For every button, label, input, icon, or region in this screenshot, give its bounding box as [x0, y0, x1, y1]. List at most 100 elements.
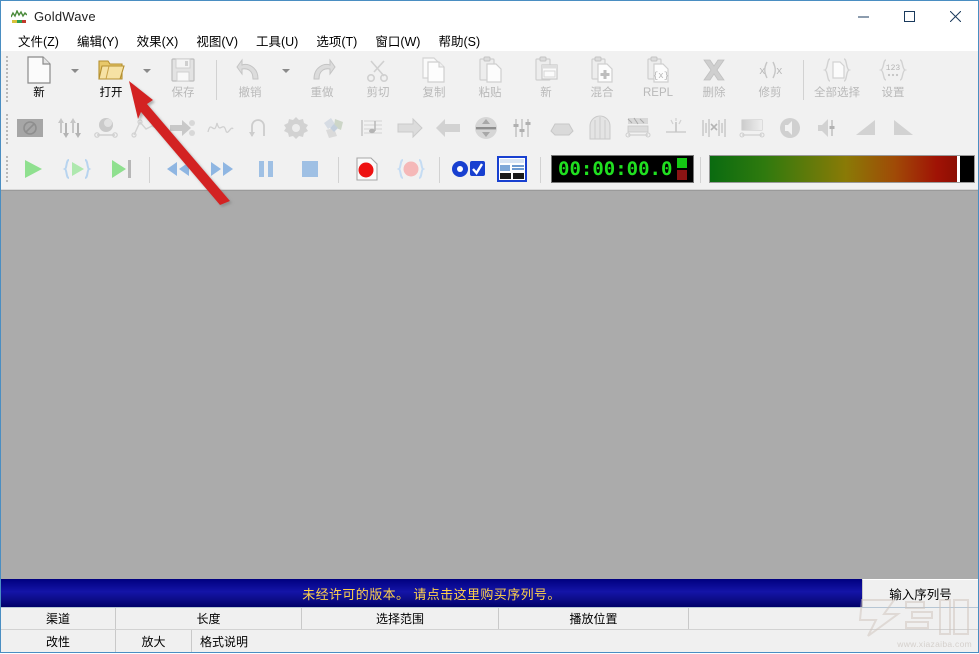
reverse-button[interactable]: [239, 109, 277, 147]
doppler-button[interactable]: [49, 109, 87, 147]
volume-shape-button[interactable]: [733, 109, 771, 147]
svg-text:x: x: [776, 66, 783, 78]
new-button[interactable]: 新: [11, 51, 67, 107]
transport-toolbar-grip[interactable]: [3, 151, 11, 189]
menu-window[interactable]: 窗口(W): [366, 30, 429, 52]
paste-new-button[interactable]: 新: [518, 51, 574, 107]
volume-shape-icon: [739, 119, 765, 138]
no-effect-button[interactable]: [11, 109, 49, 147]
toolbar-separator-2: [803, 60, 804, 100]
effects-toolbar-grip[interactable]: [3, 109, 11, 151]
invert-button[interactable]: [467, 109, 505, 147]
reverse-dir-button[interactable]: [429, 109, 467, 147]
noise-reduction-button[interactable]: [619, 109, 657, 147]
copy-button[interactable]: 复制: [406, 51, 462, 107]
record-button[interactable]: [345, 151, 389, 187]
record-options-button[interactable]: [446, 151, 490, 187]
play-to-end-button[interactable]: [99, 151, 143, 187]
undo-button-label: 撤销: [238, 87, 262, 99]
volume-button[interactable]: [771, 109, 809, 147]
pitch-button[interactable]: [353, 109, 391, 147]
toolbar-separator: [216, 60, 217, 100]
mix-plus-icon: [589, 55, 615, 85]
play-button[interactable]: [11, 151, 55, 187]
close-button[interactable]: [932, 1, 978, 31]
volume-slider-button[interactable]: [809, 109, 847, 147]
maximize-button[interactable]: [886, 1, 932, 31]
fade-out-icon: [894, 120, 913, 135]
flanger-button[interactable]: [201, 109, 239, 147]
dynamics-button[interactable]: [87, 109, 125, 147]
record-level-leds: [677, 158, 688, 180]
record-selection-button[interactable]: [389, 151, 433, 187]
status-bar-row1: 渠道 长度 选择范围 播放位置: [1, 607, 978, 629]
vu-meter[interactable]: [709, 155, 975, 183]
rewind-button[interactable]: [156, 151, 200, 187]
replace-button[interactable]: {x} REPL: [630, 51, 686, 107]
smoother-button[interactable]: [695, 109, 733, 147]
status-extra-label: [689, 608, 978, 629]
trim-icon: x x: [755, 55, 785, 85]
resample-button[interactable]: [391, 109, 429, 147]
paste-button[interactable]: 粘贴: [462, 51, 518, 107]
goldwave-window: GoldWave 文件(Z) 编辑(Y) 效果(X) 视图(V) 工具(U) 选…: [0, 0, 979, 653]
select-all-button[interactable]: 全部选择: [809, 51, 865, 107]
echo-button[interactable]: [163, 109, 201, 147]
fast-forward-button[interactable]: [200, 151, 244, 187]
workspace-area[interactable]: [1, 190, 978, 579]
paste-clipboard-icon: [477, 55, 503, 85]
copy-pages-icon: [421, 55, 447, 85]
offset-button[interactable]: [315, 109, 353, 147]
menu-edit[interactable]: 编辑(Y): [68, 30, 128, 52]
enter-serial-button[interactable]: 输入序列号: [862, 579, 978, 607]
mix-button[interactable]: 混合: [574, 51, 630, 107]
window-layout-button[interactable]: [490, 151, 534, 187]
minimize-icon: [857, 16, 869, 17]
save-button[interactable]: 保存: [155, 51, 211, 107]
menu-options[interactable]: 选项(T): [307, 30, 366, 52]
smoother-icon: [702, 119, 726, 137]
equalizer-button[interactable]: [505, 109, 543, 147]
reverse-left-icon: [436, 119, 460, 137]
mechanize-button[interactable]: [277, 109, 315, 147]
trim-button[interactable]: x x 修剪: [742, 51, 798, 107]
close-icon: [949, 10, 961, 22]
svg-text:123: 123: [886, 64, 901, 73]
compressor-button[interactable]: [543, 109, 581, 147]
noise-reduction-icon: [625, 117, 651, 138]
menu-help[interactable]: 帮助(S): [429, 30, 489, 52]
menu-tools[interactable]: 工具(U): [247, 30, 307, 52]
status-selection-label: 选择范围: [302, 608, 499, 629]
filter-curve-button[interactable]: [125, 109, 163, 147]
menu-view[interactable]: 视图(V): [187, 30, 247, 52]
chevron-down-icon: [71, 69, 79, 73]
settings-button[interactable]: 123 设置: [865, 51, 921, 107]
redo-button[interactable]: 重做: [294, 51, 350, 107]
open-dropdown-arrow[interactable]: [139, 51, 155, 107]
scissors-icon: [365, 55, 391, 85]
fast-forward-icon: [211, 162, 233, 176]
menu-effects[interactable]: 效果(X): [128, 30, 188, 52]
cut-button[interactable]: 剪切: [350, 51, 406, 107]
fade-out-button[interactable]: [885, 109, 923, 147]
new-dropdown-arrow[interactable]: [67, 51, 83, 107]
undo-dropdown-arrow[interactable]: [278, 51, 294, 107]
select-all-button-label: 全部选择: [814, 87, 860, 99]
stop-button[interactable]: [288, 151, 332, 187]
toolbar-grip[interactable]: [3, 51, 11, 109]
delete-button[interactable]: 删除: [686, 51, 742, 107]
minimize-button[interactable]: [840, 1, 886, 31]
dynamics-icon: [94, 118, 118, 138]
license-banner[interactable]: 未经许可的版本。 请点击这里购买序列号。: [1, 579, 862, 607]
fade-in-button[interactable]: [847, 109, 885, 147]
menu-file[interactable]: 文件(Z): [9, 30, 68, 52]
pause-button[interactable]: [244, 151, 288, 187]
reverb-button[interactable]: [581, 109, 619, 147]
trim-button-label: 修剪: [758, 87, 782, 99]
time-display[interactable]: 00:00:00.0: [551, 155, 695, 183]
pop-click-button[interactable]: [657, 109, 695, 147]
undo-button[interactable]: 撤销: [222, 51, 278, 107]
play-selection-button[interactable]: [55, 151, 99, 187]
new-button-label: 新: [33, 87, 45, 99]
open-button[interactable]: 打开: [83, 51, 139, 107]
